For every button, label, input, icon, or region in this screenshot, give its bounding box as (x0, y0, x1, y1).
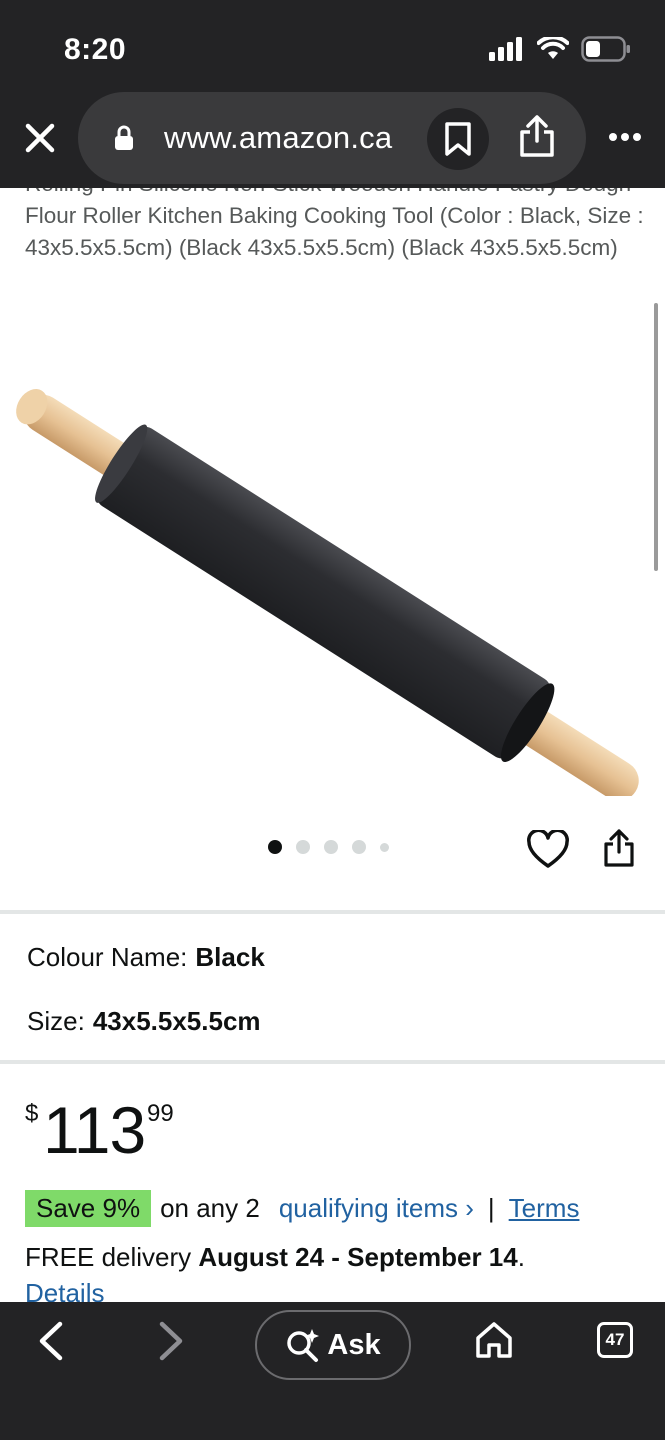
ask-label: Ask (327, 1328, 381, 1361)
terms-link[interactable]: Terms (509, 1193, 580, 1224)
promo-text: on any 2 (160, 1193, 260, 1223)
qualifying-items-link[interactable]: qualifying items › (279, 1193, 474, 1224)
delivery-suffix: . (517, 1242, 525, 1272)
image-dot[interactable] (268, 840, 282, 854)
colour-label: Colour Name: (27, 942, 188, 972)
promo-separator: | (487, 1193, 495, 1223)
image-dot[interactable] (380, 842, 389, 852)
divider (0, 1060, 665, 1064)
colour-value: Black (195, 942, 265, 972)
heart-icon[interactable] (527, 830, 569, 870)
bookmark-icon (445, 122, 471, 156)
image-dot[interactable] (324, 840, 338, 854)
image-dot[interactable] (296, 840, 310, 854)
details-link[interactable]: Details (25, 1278, 104, 1302)
home-icon[interactable] (474, 1320, 514, 1360)
bookmark-button[interactable] (427, 108, 489, 170)
sparkle-search-icon (287, 1329, 320, 1362)
delivery-dates: August 24 - September 14 (198, 1242, 518, 1272)
browser-bottom-toolbar: Ask 47 (0, 1302, 665, 1440)
back-icon[interactable] (36, 1320, 66, 1362)
ask-button[interactable]: Ask (255, 1310, 411, 1380)
share-icon[interactable] (602, 828, 636, 868)
address-bar[interactable]: www.amazon.ca (78, 92, 586, 184)
colour-row[interactable]: Colour Name: Black (27, 942, 265, 973)
delivery-prefix: FREE delivery (25, 1242, 192, 1272)
share-icon[interactable] (518, 114, 556, 158)
promo-row: Save 9% on any 2 qualifying items › | Te… (25, 1190, 579, 1227)
price-currency: $ (25, 1100, 39, 1127)
save-badge: Save 9% (25, 1190, 152, 1227)
size-label: Size: (27, 1006, 85, 1036)
browser-top-chrome: 8:20 www.amazon.ca (0, 0, 665, 188)
lock-icon (115, 125, 133, 150)
divider (0, 910, 665, 914)
size-row[interactable]: Size: 43x5.5x5.5cm (27, 1006, 261, 1037)
status-time: 8:20 (64, 33, 127, 66)
signal-icon (489, 37, 522, 61)
wifi-icon (537, 37, 569, 59)
size-value: 43x5.5x5.5cm (92, 1006, 261, 1036)
product-image[interactable] (0, 296, 665, 796)
tab-count: 47 (605, 1330, 625, 1349)
delivery-info: FREE delivery August 24 - September 14. (25, 1242, 525, 1273)
url-text: www.amazon.ca (164, 120, 393, 155)
scrollbar[interactable] (654, 303, 658, 571)
price-whole: 113 (43, 1093, 146, 1167)
close-icon[interactable] (22, 120, 58, 156)
price-fraction: 99 (147, 1100, 174, 1127)
status-icons (489, 36, 631, 62)
battery-icon (581, 36, 630, 62)
image-pagination[interactable] (268, 840, 389, 854)
product-page: Rolling Pin Silicone Non-Stick Wooden Ha… (0, 188, 665, 1302)
tabs-button[interactable]: 47 (597, 1322, 633, 1358)
forward-icon[interactable] (156, 1320, 186, 1362)
more-icon[interactable] (608, 128, 642, 146)
image-dot[interactable] (352, 840, 366, 854)
product-title: Rolling Pin Silicone Non-Stick Wooden Ha… (25, 188, 644, 260)
